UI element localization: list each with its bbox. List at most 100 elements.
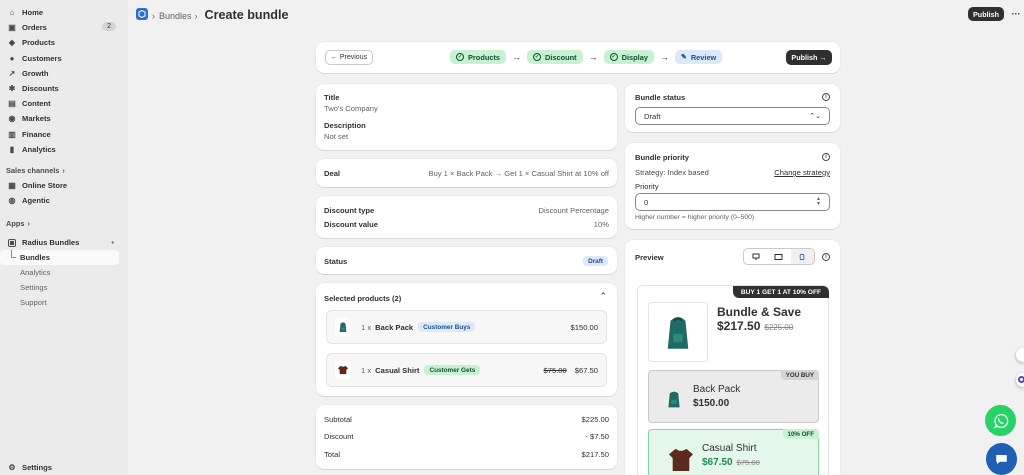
sidebar-item-products[interactable]: ◆ Products	[0, 35, 128, 50]
priority-input[interactable]: 0 ▲ ▼	[635, 193, 830, 211]
mobile-icon[interactable]	[790, 249, 814, 264]
bundle-widget-preview: BUY 1 GET 1 AT 10% OFF Bundle & Save $21…	[637, 285, 829, 475]
description-label: Description	[324, 121, 366, 130]
step-review[interactable]: ✎ Review	[674, 50, 723, 64]
discount-icon: ✱	[8, 84, 16, 94]
sidebar-item-analytics[interactable]: ▮ Analytics	[0, 142, 128, 157]
total-value: $217.50	[581, 450, 609, 459]
step-display[interactable]: ✓ Display	[603, 50, 654, 64]
tablet-icon[interactable]	[767, 249, 790, 264]
sales-channels-section[interactable]: Sales channels ›	[0, 163, 128, 178]
sidebar: ⌂ Home ▣ Orders 2 ◆ Products ● Customers ↗ Gr…	[0, 0, 128, 475]
stepper-publish-button[interactable]: Publish →	[786, 50, 832, 65]
sidebar-app-radius-bundles[interactable]: Radius Bundles •	[0, 235, 128, 250]
customer-gets-badge: Customer Gets	[424, 365, 481, 375]
step-label: Products	[468, 52, 501, 62]
stepper-card: ← Previous ✓ Products → ✓ Discount → ✓ Display →…	[316, 42, 840, 73]
sidebar-item-markets[interactable]: ◉ Markets	[0, 111, 128, 126]
pencil-icon: ✎	[680, 54, 687, 61]
agent-icon: ◍	[8, 196, 16, 206]
sidebar-channel-online-store[interactable]: ▦ Online Store	[0, 178, 128, 193]
breadcrumb: › Bundles › Create bundle	[152, 8, 289, 23]
sidebar-item-label: Content	[22, 99, 51, 109]
sidebar-subitem-bundles[interactable]: Bundles	[0, 250, 119, 266]
priority-hint: Higher number = higher priority (0–500)	[635, 214, 755, 221]
info-icon[interactable]: i	[822, 253, 830, 261]
product-name: Back Pack	[375, 322, 414, 332]
stepper-arrows-icon[interactable]: ▲ ▼	[816, 197, 821, 207]
bundle-price-row: $217.50 $225.00	[717, 319, 793, 333]
sidebar-subitem-settings[interactable]: Settings	[0, 280, 128, 295]
backpack-icon	[667, 317, 689, 349]
you-get-price: $67.50	[702, 457, 733, 468]
sidebar-item-settings[interactable]: ⚙ Settings	[0, 460, 128, 475]
step-label: Discount	[545, 52, 577, 62]
sidebar-item-growth[interactable]: ↗ Growth	[0, 66, 128, 81]
app-icon	[8, 238, 16, 247]
chat-icon[interactable]	[986, 443, 1017, 475]
top-bar: › Bundles › Create bundle Publish ···	[128, 0, 1024, 28]
step-discount[interactable]: ✓ Discount	[527, 50, 583, 64]
app-logo-icon[interactable]	[136, 8, 148, 20]
sidebar-item-label: Discounts	[22, 84, 59, 94]
top-publish-button[interactable]: Publish	[968, 7, 1004, 21]
title-label: Title	[324, 93, 340, 102]
chevron-up-icon[interactable]: ⌃	[599, 291, 607, 302]
breadcrumb-bundles-link[interactable]: Bundles	[159, 11, 192, 21]
you-buy-item[interactable]: YOU BUY Back Pack $150.00	[648, 370, 819, 423]
shirt-icon	[669, 448, 693, 471]
you-get-item[interactable]: 10% OFF Casual Shirt $67.50 $75.00	[648, 429, 819, 475]
step-arrow-icon: →	[588, 52, 598, 62]
sidebar-subitem-analytics[interactable]: Analytics	[0, 265, 128, 280]
discount-type-value: Discount Percentage	[538, 206, 610, 215]
shirt-thumbnail-icon	[335, 361, 351, 379]
more-actions-icon[interactable]: ···	[1008, 7, 1024, 21]
bank-icon: ▥	[8, 129, 16, 139]
discount-tag: 10% OFF	[782, 429, 819, 439]
sidebar-item-label: Home	[22, 8, 44, 18]
description-value: Not set	[324, 132, 349, 141]
bundle-status-value: Draft	[644, 111, 661, 121]
sidebar-item-home[interactable]: ⌂ Home	[0, 5, 128, 20]
discount-card: Discount type Discount Percentage Discou…	[316, 196, 617, 238]
status-label: Status	[324, 257, 348, 266]
bundle-status-title: Bundle status	[635, 93, 686, 102]
bundle-status-card: Bundle status i Draft ⌃⌄	[625, 84, 840, 132]
check-circle-icon: ✓	[533, 53, 542, 61]
chart-icon: ▮	[9, 144, 15, 154]
change-strategy-link[interactable]: Change strategy	[774, 168, 830, 177]
info-icon[interactable]: i	[822, 153, 830, 161]
sidebar-item-orders[interactable]: ▣ Orders 2	[0, 20, 128, 35]
step-products[interactable]: ✓ Products	[450, 50, 507, 64]
bundle-price: $217.50	[717, 319, 761, 333]
offer-ribbon: BUY 1 GET 1 AT 10% OFF	[732, 286, 829, 298]
app-dot: •	[111, 238, 114, 248]
person-icon: ●	[9, 53, 15, 63]
sidebar-channel-agentic[interactable]: ◍ Agentic	[0, 193, 128, 208]
status-badge: Draft	[583, 256, 608, 266]
summary-card: Title Two's Company Description Not set	[316, 84, 617, 150]
sidebar-item-content[interactable]: ▤ Content	[0, 96, 128, 111]
you-get-old-price: $75.00	[736, 458, 760, 467]
orders-count-badge: 2	[102, 22, 116, 32]
tag-icon: ◆	[8, 38, 16, 48]
previous-button[interactable]: ← Previous	[325, 50, 373, 65]
bundle-status-select[interactable]: Draft ⌃⌄	[635, 107, 830, 125]
orders-icon: ▣	[8, 23, 16, 33]
total-label: Total	[324, 450, 341, 459]
side-tool-icon[interactable]	[1016, 373, 1024, 387]
bundle-priority-card: Bundle priority i Strategy: Index based …	[625, 143, 840, 229]
sidebar-item-customers[interactable]: ● Customers	[0, 51, 128, 66]
sidebar-subitem-support[interactable]: Support	[0, 295, 128, 310]
priority-label: Priority	[635, 182, 659, 191]
sidebar-item-discounts[interactable]: ✱ Discounts	[0, 81, 128, 96]
product-row-back-pack[interactable]: 1 x Back Pack Customer Buys $150.00	[326, 310, 607, 344]
deal-card: Deal Buy 1 × Back Pack → Get 1 × Casual …	[316, 159, 617, 187]
whatsapp-icon[interactable]	[985, 405, 1016, 436]
sidebar-item-finance[interactable]: ▥ Finance	[0, 127, 128, 142]
desktop-icon[interactable]	[744, 249, 767, 264]
product-row-casual-shirt[interactable]: 1 x Casual Shirt Customer Gets $75.00 $6…	[326, 353, 607, 387]
info-icon[interactable]: i	[822, 93, 830, 101]
apps-section[interactable]: Apps ›	[0, 216, 128, 231]
side-tool-icon[interactable]	[1016, 348, 1024, 362]
